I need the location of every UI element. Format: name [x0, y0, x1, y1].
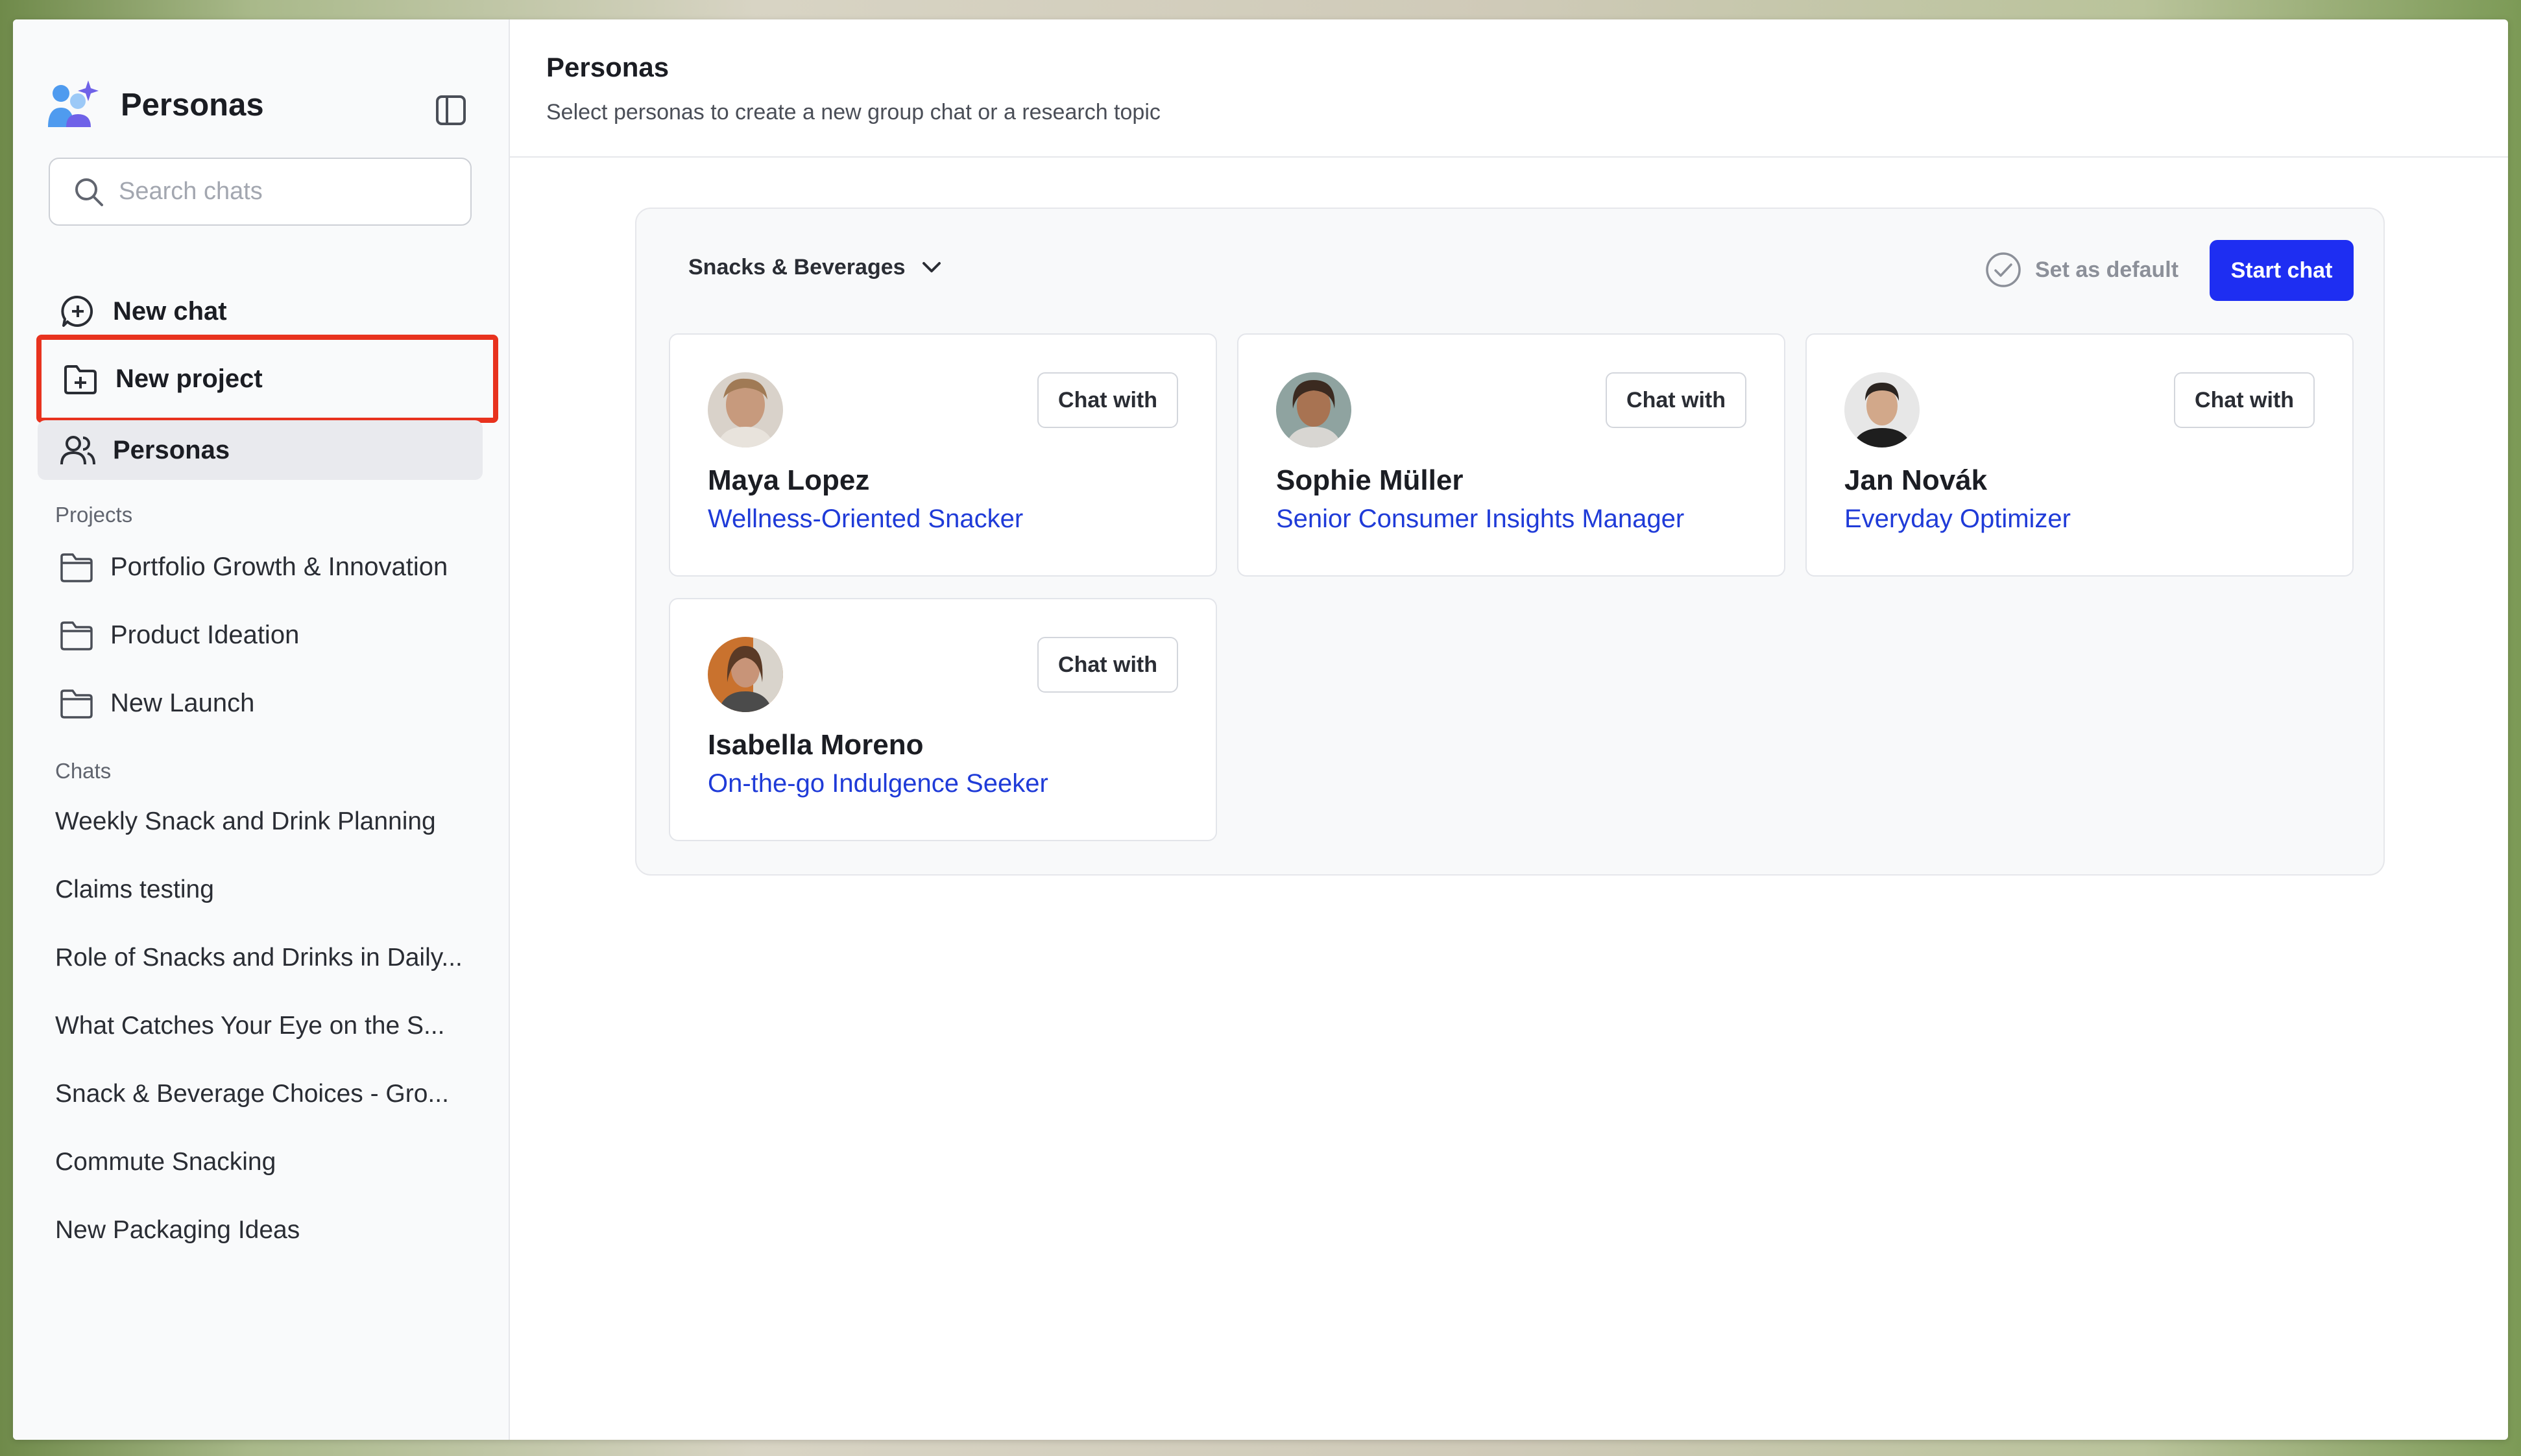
new-folder-icon [61, 359, 100, 398]
persona-role[interactable]: Senior Consumer Insights Manager [1276, 505, 1684, 534]
new-chat-icon [58, 292, 97, 331]
folder-icon [60, 689, 93, 719]
chat-list-item[interactable]: Role of Snacks and Drinks in Daily... [55, 944, 470, 972]
persona-name: Jan Novák [1844, 464, 1988, 496]
sidebar-toggle-icon [436, 95, 466, 125]
projects-section-label: Projects [55, 503, 133, 527]
chat-list-item[interactable]: New Packaging Ideas [55, 1216, 470, 1245]
chat-with-button[interactable]: Chat with [1606, 372, 1746, 428]
new-project-button[interactable]: New project [36, 335, 498, 423]
chat-list-item[interactable]: Weekly Snack and Drink Planning [55, 807, 470, 836]
new-project-label: New project [115, 364, 263, 393]
project-item-label: Product Ideation [110, 620, 300, 649]
chat-list-item[interactable]: Snack & Beverage Choices - Gro... [55, 1080, 470, 1108]
folder-icon [60, 621, 93, 650]
project-item-label: New Launch [110, 688, 255, 717]
project-item-label: Portfolio Growth & Innovation [110, 552, 448, 581]
project-item[interactable]: Product Ideation [38, 605, 483, 665]
sidebar: Personas New chat [13, 19, 510, 1440]
category-label: Snacks & Beverages [688, 254, 906, 280]
category-dropdown[interactable]: Snacks & Beverages [688, 254, 945, 280]
chat-list-item[interactable]: Commute Snacking [55, 1148, 470, 1176]
app-window: Personas New chat [13, 19, 2508, 1440]
set-as-default-label: Set as default [2035, 257, 2179, 282]
chat-with-button[interactable]: Chat with [2174, 372, 2315, 428]
avatar [708, 637, 783, 712]
persona-name: Sophie Müller [1276, 464, 1464, 496]
users-icon [58, 431, 97, 470]
project-item[interactable]: New Launch [38, 673, 483, 733]
chat-list-item[interactable]: What Catches Your Eye on the S... [55, 1012, 470, 1040]
set-as-default-button[interactable]: Set as default [1984, 251, 2178, 289]
persona-role[interactable]: On-the-go Indulgence Seeker [708, 769, 1048, 798]
page-title: Personas [546, 52, 669, 82]
personas-panel: Snacks & Beverages Set as default Start … [635, 208, 2385, 876]
check-circle-icon [1986, 252, 2021, 287]
avatar [708, 372, 783, 448]
chat-list-item[interactable]: Claims testing [55, 876, 470, 904]
chat-with-button[interactable]: Chat with [1037, 372, 1178, 428]
sidebar-item-personas[interactable]: Personas [38, 420, 483, 480]
persona-name: Isabella Moreno [708, 729, 924, 761]
brand: Personas [45, 73, 264, 137]
chevron-down-icon [922, 262, 941, 272]
search-icon [75, 178, 103, 206]
personas-nav-label: Personas [113, 435, 230, 464]
search-input[interactable] [119, 178, 443, 206]
project-item[interactable]: Portfolio Growth & Innovation [38, 537, 483, 597]
sidebar-toggle-button[interactable] [428, 88, 474, 133]
main-content: Personas Select personas to create a new… [510, 19, 2508, 1440]
search-box [49, 158, 472, 226]
new-chat-button[interactable]: New chat [38, 281, 483, 341]
start-chat-button[interactable]: Start chat [2210, 240, 2354, 301]
page-subtitle: Select personas to create a new group ch… [546, 100, 1161, 125]
chats-section-label: Chats [55, 759, 112, 783]
persona-role[interactable]: Wellness-Oriented Snacker [708, 505, 1023, 534]
persona-card[interactable]: Chat with Jan Novák Everyday Optimizer [1805, 333, 2354, 577]
personas-logo-icon [48, 80, 99, 127]
chat-with-button[interactable]: Chat with [1037, 637, 1178, 693]
persona-role[interactable]: Everyday Optimizer [1844, 505, 2071, 534]
avatar [1844, 372, 1920, 448]
persona-card[interactable]: Chat with Sophie Müller Senior Consumer … [1237, 333, 1785, 577]
new-chat-label: New chat [113, 296, 227, 326]
persona-card[interactable]: Chat with Maya Lopez Wellness-Oriented S… [669, 333, 1217, 577]
persona-card[interactable]: Chat with Isabella Moreno On-the-go Indu… [669, 598, 1217, 841]
app-title: Personas [121, 88, 264, 123]
folder-icon [60, 553, 93, 582]
persona-name: Maya Lopez [708, 464, 870, 496]
avatar [1276, 372, 1351, 448]
page-header: Personas Select personas to create a new… [510, 19, 2508, 158]
